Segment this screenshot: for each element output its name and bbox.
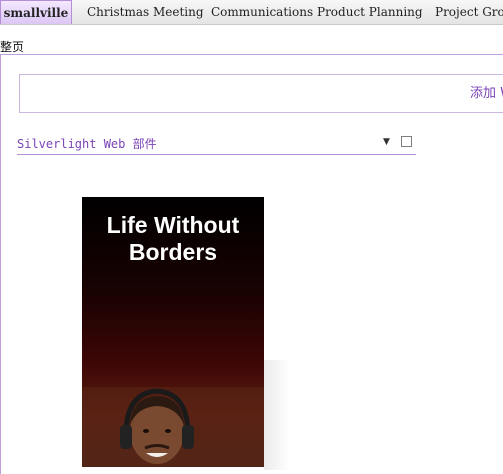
poster-shadow: [264, 360, 290, 470]
page-layout-label: 整页: [0, 40, 25, 54]
tab-smallville[interactable]: smallville: [0, 0, 72, 24]
tab-project-group[interactable]: Project Gro: [435, 0, 503, 24]
add-webpart-link[interactable]: 添加 W: [470, 86, 503, 102]
tab-product-planning[interactable]: Product Planning: [317, 0, 423, 24]
tab-christmas-meeting[interactable]: Christmas Meeting: [87, 0, 204, 24]
site-tab-bar: smallville Christmas Meeting Communicati…: [0, 0, 503, 25]
tab-communications[interactable]: Communications: [211, 0, 313, 24]
dropdown-arrow-icon[interactable]: ▼: [383, 137, 390, 147]
webpart-zone: [19, 74, 503, 113]
person-with-headphones-image: [82, 387, 264, 467]
silverlight-poster[interactable]: Life Without Borders: [82, 197, 264, 467]
webpart-title-bar: Silverlight Web 部件 ▼: [17, 134, 416, 155]
webpart-title: Silverlight Web 部件: [17, 137, 157, 151]
webpart-select-checkbox[interactable]: [401, 136, 412, 147]
